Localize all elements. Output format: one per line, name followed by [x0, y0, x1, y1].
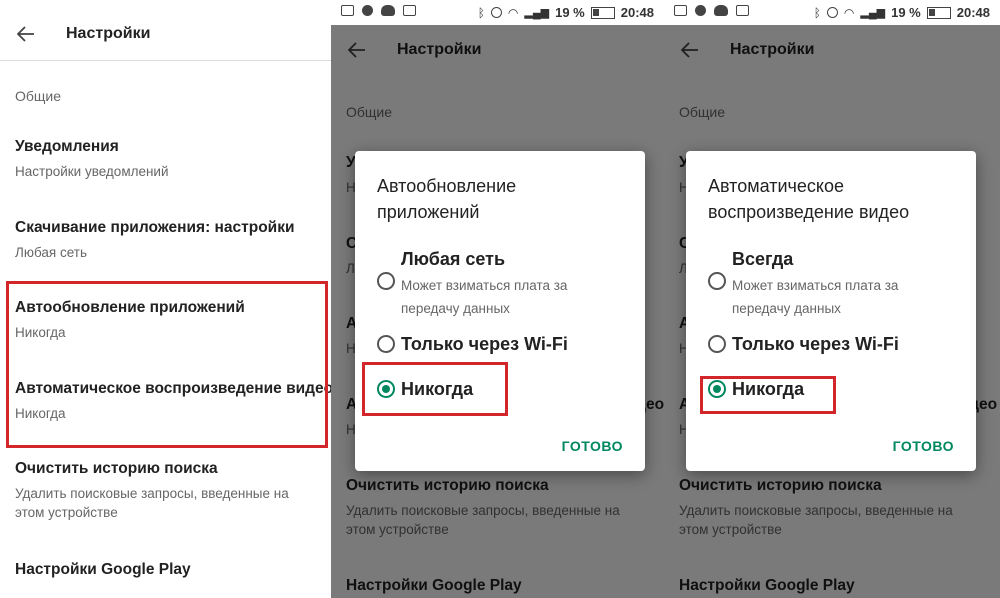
app-bar: Настройки	[0, 6, 331, 62]
divider	[0, 60, 331, 61]
option-label: Любая сеть	[401, 249, 506, 269]
radio-button[interactable]	[708, 335, 726, 353]
bluetooth-icon: ᛒ	[813, 5, 821, 20]
clock: 20:48	[956, 5, 990, 20]
radio-button[interactable]	[377, 272, 395, 290]
signal-icon: ▂▄▆	[524, 7, 550, 19]
settings-screen-3: ᛒ ◠ ▂▄▆ 19 % 20:48 Настройки Общие Уведо…	[664, 0, 1000, 598]
page-title: Настройки	[66, 25, 151, 42]
autoupdate-dialog: Автообновление приложений Любая сеть Мож…	[355, 151, 645, 471]
done-button[interactable]: ГОТОВО	[562, 438, 623, 454]
gallery-icon	[341, 5, 354, 16]
gallery-icon	[674, 5, 687, 16]
settings-item-google-play[interactable]: Настройки Google Play	[15, 561, 321, 579]
highlight-frame	[700, 376, 836, 414]
settings-item-download[interactable]: Скачивание приложения: настройки Любая с…	[15, 219, 321, 262]
signal-icon: ▂▄▆	[860, 7, 886, 19]
cloud-icon	[714, 5, 728, 16]
item-title: Уведомления	[15, 138, 119, 155]
option-label: Всегда	[732, 249, 794, 269]
highlight-frame	[362, 362, 508, 416]
battery-percent: 19 %	[891, 5, 921, 20]
cloud-icon	[381, 5, 395, 16]
window-icon	[736, 5, 749, 16]
item-title: Настройки Google Play	[15, 561, 191, 578]
sync-icon	[826, 7, 838, 18]
item-subtitle: Удалить поисковые запросы, введенные на …	[15, 486, 289, 520]
option-label: Только через Wi-Fi	[732, 334, 899, 354]
settings-screen-1: Настройки Общие Уведомления Настройки ув…	[0, 0, 331, 598]
wifi-icon: ◠	[843, 5, 855, 20]
android-icon	[362, 5, 373, 16]
section-header: Общие	[15, 88, 62, 104]
option-note: Может взиматься плата за передачу данных	[732, 278, 899, 316]
sync-icon	[490, 7, 502, 18]
back-arrow-icon[interactable]	[14, 22, 38, 46]
item-title: Очистить историю поиска	[15, 460, 218, 477]
battery-percent: 19 %	[555, 5, 585, 20]
item-subtitle: Настройки уведомлений	[15, 164, 169, 179]
android-icon	[695, 5, 706, 16]
window-icon	[403, 5, 416, 16]
battery-icon	[590, 6, 615, 19]
option-note: Может взиматься плата за передачу данных	[401, 278, 568, 316]
done-button[interactable]: ГОТОВО	[893, 438, 954, 454]
highlight-frame	[6, 281, 328, 448]
settings-screen-2: ᛒ ◠ ▂▄▆ 19 % 20:48 Настройки Общие Уведо…	[331, 0, 664, 598]
bluetooth-icon: ᛒ	[477, 5, 485, 20]
battery-icon	[926, 6, 951, 19]
autoplay-dialog: Автоматическое воспроизведение видео Все…	[686, 151, 976, 471]
wifi-icon: ◠	[507, 5, 519, 20]
clock: 20:48	[620, 5, 654, 20]
dialog-title: Автообновление приложений	[377, 176, 517, 222]
dialog-title: Автоматическое воспроизведение видео	[708, 176, 910, 222]
option-label: Только через Wi-Fi	[401, 334, 568, 354]
settings-item-clear-history[interactable]: Очистить историю поиска Удалить поисковы…	[15, 460, 321, 522]
item-subtitle: Любая сеть	[15, 245, 88, 260]
radio-button[interactable]	[377, 335, 395, 353]
radio-button[interactable]	[708, 272, 726, 290]
item-title: Скачивание приложения: настройки	[15, 219, 295, 236]
settings-item-notifications[interactable]: Уведомления Настройки уведомлений	[15, 138, 321, 181]
